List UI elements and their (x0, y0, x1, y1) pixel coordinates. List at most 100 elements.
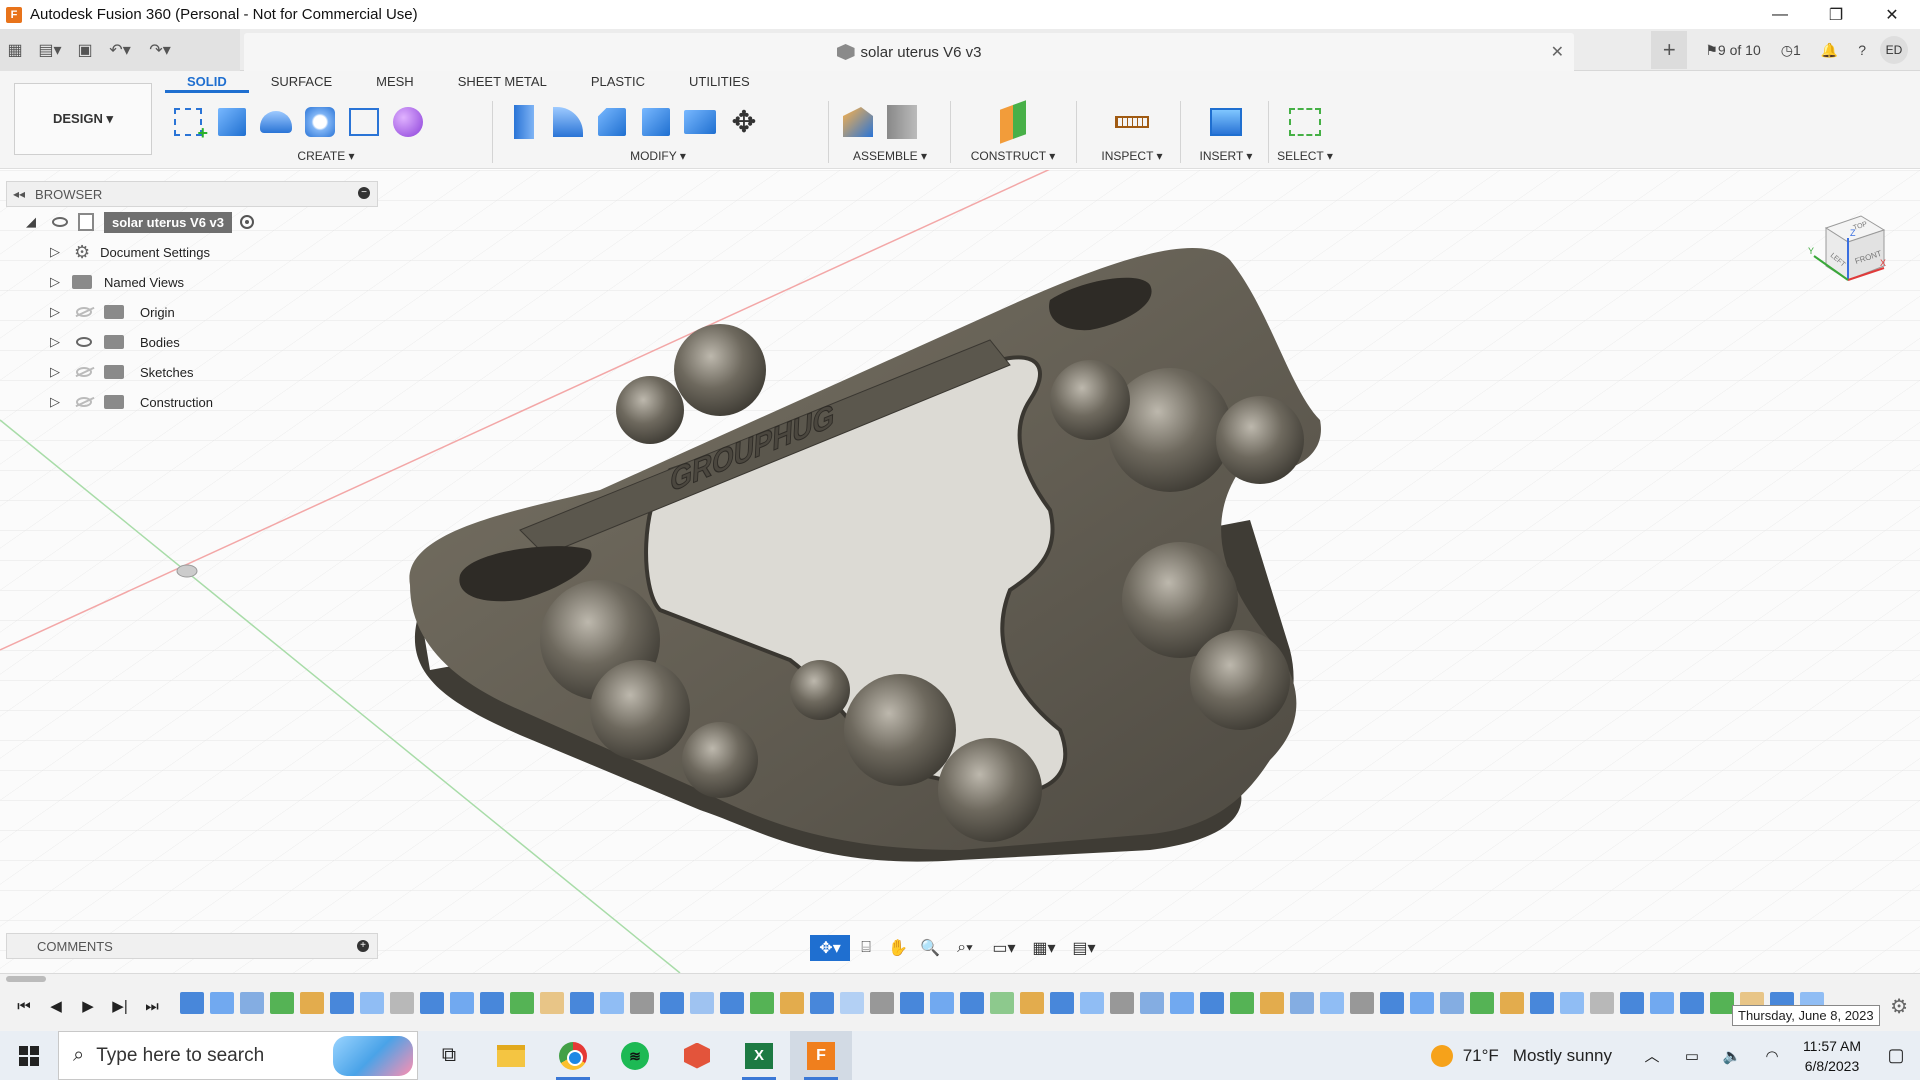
fillet-icon[interactable] (546, 102, 590, 142)
browser-item-sketches[interactable]: ▷ Sketches (6, 357, 378, 387)
timeline-feature-icon[interactable] (840, 992, 864, 1014)
create-menu[interactable]: CREATE ▾ (166, 149, 486, 163)
form-icon[interactable] (386, 102, 430, 142)
notifications-bell-icon[interactable]: 🔔 (1811, 29, 1848, 71)
revolve-icon[interactable] (254, 102, 298, 142)
timeline-feature-icon[interactable] (1680, 992, 1704, 1014)
viewcube[interactable]: TOP LEFT FRONT Z X Y (1806, 208, 1888, 290)
zoom-icon[interactable]: 🔍 (914, 935, 946, 961)
timeline-feature-icon[interactable] (1020, 992, 1044, 1014)
hidden-eye-icon[interactable] (76, 307, 92, 317)
close-window-button[interactable]: ✕ (1864, 0, 1920, 29)
timeline-feature-icon[interactable] (210, 992, 234, 1014)
notification-center-icon[interactable]: ▢ (1872, 1045, 1920, 1066)
activate-component-icon[interactable] (240, 215, 254, 229)
expand-triangle-icon[interactable]: ▷ (48, 304, 62, 320)
tab-solid[interactable]: SOLID (165, 71, 249, 93)
timeline-feature-icon[interactable] (330, 992, 354, 1014)
timeline-feature-icon[interactable] (390, 992, 414, 1014)
go-to-start-icon[interactable]: ⏮ (8, 990, 40, 1022)
wifi-icon[interactable]: ◠ (1752, 1047, 1792, 1065)
browser-item-construction[interactable]: ▷ Construction (6, 387, 378, 417)
orbit-icon[interactable]: ✥▾ (810, 935, 850, 961)
browser-root-item[interactable]: ◢ solar uterus V6 v3 (6, 207, 378, 237)
excel-icon[interactable]: X (728, 1031, 790, 1080)
assemble-menu[interactable]: ASSEMBLE ▾ (836, 149, 944, 163)
fit-zoom-icon[interactable]: ⌕▾ (946, 935, 984, 961)
close-tab-icon[interactable]: ✕ (1551, 42, 1564, 62)
browser-minimize-icon[interactable]: − (358, 187, 370, 199)
look-at-icon[interactable]: ⌸ (850, 935, 882, 961)
timeline-feature-icon[interactable] (1650, 992, 1674, 1014)
user-avatar[interactable]: ED (1880, 36, 1908, 64)
display-settings-icon[interactable]: ▭▾ (984, 935, 1024, 961)
file-explorer-icon[interactable] (480, 1031, 542, 1080)
timeline-feature-icon[interactable] (450, 992, 474, 1014)
timeline-feature-icon[interactable] (1620, 992, 1644, 1014)
combine-icon[interactable] (678, 102, 722, 142)
timeline-feature-icon[interactable] (930, 992, 954, 1014)
timeline-feature-icon[interactable] (1350, 992, 1374, 1014)
play-icon[interactable]: ▶ (72, 990, 104, 1022)
start-windows-icon[interactable] (0, 1031, 58, 1080)
tab-plastic[interactable]: PLASTIC (569, 71, 667, 93)
weather-widget[interactable]: 71°F Mostly sunny (1430, 1044, 1612, 1067)
fusion-360-taskbar-icon[interactable]: F (790, 1031, 852, 1080)
offset-plane-icon[interactable] (991, 100, 1035, 144)
insert-menu[interactable]: INSERT ▾ (1186, 149, 1266, 163)
tab-sheet-metal[interactable]: SHEET METAL (436, 71, 569, 93)
timeline-feature-icon[interactable] (420, 992, 444, 1014)
timeline-feature-icon[interactable] (960, 992, 984, 1014)
step-forward-icon[interactable]: ▶| (104, 990, 136, 1022)
hidden-eye-icon[interactable] (76, 367, 92, 377)
help-icon[interactable]: ? (1848, 29, 1876, 71)
timeline-feature-icon[interactable] (1470, 992, 1494, 1014)
timeline-feature-icon[interactable] (300, 992, 324, 1014)
measure-icon[interactable] (1110, 102, 1154, 142)
timeline-feature-icon[interactable] (1380, 992, 1404, 1014)
timeline-feature-icon[interactable] (1200, 992, 1224, 1014)
taskbar-search-box[interactable]: ⌕ Type here to search (58, 1031, 418, 1080)
step-back-icon[interactable]: ◀ (40, 990, 72, 1022)
redo-icon[interactable]: ↷▾ (140, 36, 180, 64)
timeline-feature-icon[interactable] (750, 992, 774, 1014)
timeline-feature-icon[interactable] (1320, 992, 1344, 1014)
timeline-feature-icon[interactable] (180, 992, 204, 1014)
timeline-feature-icon[interactable] (630, 992, 654, 1014)
timeline-feature-icon[interactable] (1140, 992, 1164, 1014)
select-menu[interactable]: SELECT ▾ (1270, 149, 1340, 163)
timeline-feature-icon[interactable] (540, 992, 564, 1014)
create-sketch-icon[interactable] (166, 102, 210, 144)
timeline-feature-icon[interactable] (1230, 992, 1254, 1014)
timeline-feature-icon[interactable] (1590, 992, 1614, 1014)
data-panel-grid-icon[interactable]: ▦ (0, 36, 30, 64)
timeline-feature-icon[interactable] (270, 992, 294, 1014)
hole-icon[interactable] (298, 102, 342, 142)
undo-icon[interactable]: ↶▾ (100, 36, 140, 64)
save-icon[interactable]: ▣ (70, 36, 100, 64)
expand-triangle-icon[interactable]: ▷ (48, 244, 62, 260)
file-menu-icon[interactable]: ▤▾ (30, 36, 70, 64)
taskbar-clock[interactable]: 11:57 AM 6/8/2023 (1792, 1036, 1872, 1076)
timeline-feature-icon[interactable] (810, 992, 834, 1014)
comments-panel[interactable]: COMMENTS + (6, 933, 378, 959)
tab-surface[interactable]: SURFACE (249, 71, 354, 93)
timeline-feature-icon[interactable] (1080, 992, 1104, 1014)
timeline-feature-icon[interactable] (240, 992, 264, 1014)
volume-icon[interactable]: 🔈 (1712, 1047, 1752, 1065)
browser-item-origin[interactable]: ▷ Origin (6, 297, 378, 327)
timeline-scrubber[interactable] (6, 976, 46, 982)
workspace-switcher[interactable]: DESIGN ▾ (14, 83, 152, 155)
timeline-settings-gear-icon[interactable]: ⚙ (1890, 994, 1908, 1019)
collapse-triangle-icon[interactable]: ◢ (24, 214, 38, 230)
insert-image-icon[interactable] (1204, 102, 1248, 142)
timeline-feature-icon[interactable] (720, 992, 744, 1014)
timeline-feature-icon[interactable] (990, 992, 1014, 1014)
timeline-feature-icon[interactable] (1530, 992, 1554, 1014)
inspect-menu[interactable]: INSPECT ▾ (1084, 149, 1180, 163)
modify-menu[interactable]: MODIFY ▾ (502, 149, 814, 163)
timeline-feature-icon[interactable] (600, 992, 624, 1014)
pattern-icon[interactable] (342, 102, 386, 142)
3d-app-cube-icon[interactable] (666, 1031, 728, 1080)
add-comment-icon[interactable]: + (357, 940, 369, 952)
